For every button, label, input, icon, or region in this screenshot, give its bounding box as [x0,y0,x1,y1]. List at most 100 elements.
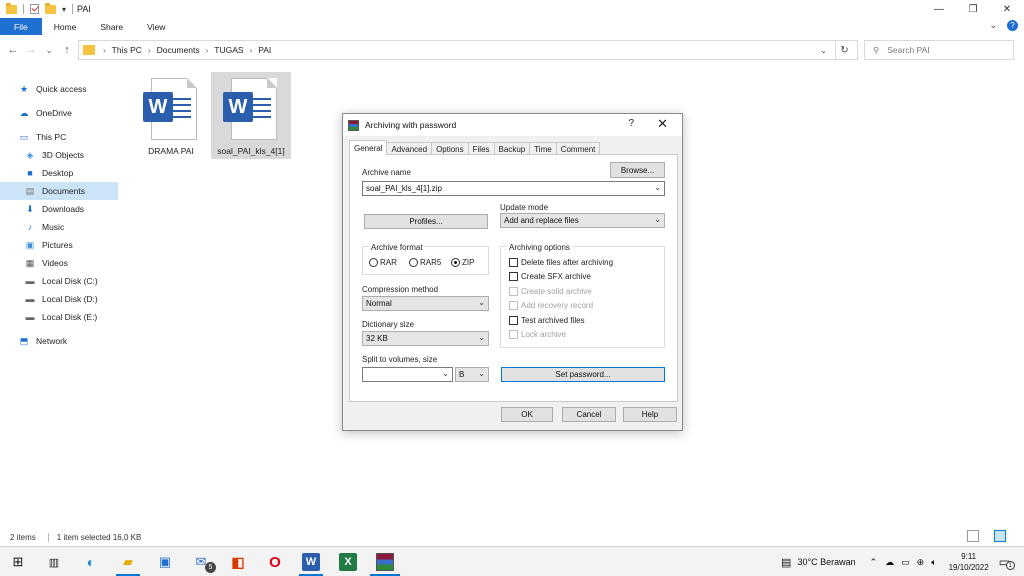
chevron-down-icon[interactable]: ⌄ [654,183,661,192]
chevron-right-icon[interactable]: › [103,46,106,55]
archive-name-field[interactable]: soal_PAI_kls_4[1].zip ⌄ [362,181,665,196]
tab-general[interactable]: General [349,140,388,155]
details-view-icon[interactable] [967,530,979,542]
chevron-right-icon[interactable]: › [250,46,253,55]
edge-icon[interactable]: ◐ [82,553,100,571]
update-mode-select[interactable]: Add and replace files ⌄ [500,213,665,228]
browse-button[interactable]: Browse... [610,162,665,178]
file-item-selected[interactable]: W soal_PAI_kls_4[1] [211,72,291,159]
chevron-right-icon[interactable]: › [148,46,151,55]
radio-circle-icon [409,258,418,267]
computer-icon: ▭ [19,131,29,142]
tab-view[interactable]: View [135,18,177,35]
large-icons-view-icon[interactable] [994,530,1006,542]
sidebar-item-network[interactable]: ⬒ Network [0,332,118,350]
chevron-down-icon[interactable]: ⌄ [478,369,485,378]
breadcrumb-pai[interactable]: PAI [258,45,271,55]
battery-icon[interactable]: ▭ [901,557,910,568]
sidebar-item-desktop[interactable]: ■ Desktop [0,164,118,182]
task-view-icon[interactable]: ▥ [45,553,63,571]
word-document-icon: W [143,78,199,142]
set-password-button[interactable]: Set password... [501,367,665,382]
folder-icon [6,2,17,14]
split-unit-select[interactable]: B ⌄ [455,367,489,382]
help-icon[interactable]: ? [1007,20,1018,31]
chevron-down-icon[interactable]: ⌄ [478,333,485,342]
chevron-down-icon[interactable]: ⌄ [442,369,449,378]
file-item[interactable]: W DRAMA PAI [131,72,211,159]
onedrive-tray-icon[interactable]: ☁ [885,557,894,568]
chevron-down-icon[interactable]: ⌄ [654,215,661,224]
checkbox-create-sfx[interactable]: Create SFX archive [509,272,591,281]
volume-icon[interactable]: 🔈︎ [931,557,936,568]
help-button[interactable]: Help [623,407,677,422]
refresh-icon[interactable]: ↻ [835,41,853,59]
notifications-icon[interactable]: ▭ 1 [999,555,1015,570]
address-bar[interactable]: › This PC › Documents › TUGAS › PAI ⌄ ↻ [78,40,858,60]
forward-arrow-icon[interactable]: → [22,44,40,56]
breadcrumb-this-pc[interactable]: This PC [112,45,142,55]
tab-file[interactable]: File [0,18,42,35]
radio-zip[interactable]: ZIP [451,258,474,267]
expand-ribbon-icon[interactable]: ⌄ [989,20,997,31]
tab-share[interactable]: Share [88,18,135,35]
office-icon[interactable]: ◧ [229,553,247,571]
customize-toolbar-icon[interactable]: ▾ [62,5,66,14]
opera-icon[interactable]: O [266,553,284,571]
breadcrumb-tugas[interactable]: TUGAS [214,45,243,55]
sidebar-item-local-disk-c[interactable]: ▬ Local Disk (C:) [0,272,118,290]
checkbox-test-files[interactable]: Test archived files [509,316,585,325]
excel-icon[interactable]: X [339,553,357,571]
sidebar-item-local-disk-e[interactable]: ▬ Local Disk (E:) [0,308,118,326]
properties-icon[interactable] [30,4,39,14]
sidebar-item-pictures[interactable]: ▣ Pictures [0,236,118,254]
weather-icon[interactable]: ▤ [781,556,791,569]
close-button[interactable]: ✕ [990,0,1024,18]
sidebar-item-onedrive[interactable]: ☁ OneDrive [0,104,118,122]
ok-button[interactable]: OK [501,407,553,422]
chevron-up-icon[interactable]: ⌃ [870,557,878,568]
sidebar-item-quick-access[interactable]: ★ Quick access [0,80,118,98]
cancel-button[interactable]: Cancel [562,407,616,422]
up-arrow-icon[interactable]: ↑ [58,44,76,56]
breadcrumb-documents[interactable]: Documents [157,45,200,55]
checkbox-label: Add recovery record [521,301,594,310]
chevron-right-icon[interactable]: › [206,46,209,55]
chevron-down-icon[interactable]: ⌄ [820,46,827,55]
word-icon[interactable]: W [302,553,320,571]
tab-home[interactable]: Home [42,18,89,35]
compression-method-select[interactable]: Normal ⌄ [362,296,489,311]
dialog-close-button[interactable]: ✕ [657,116,668,132]
sidebar-item-music[interactable]: ♪ Music [0,218,118,236]
windows-start-icon[interactable]: ⊞ [9,553,27,571]
sidebar-item-this-pc[interactable]: ▭ This PC [0,128,118,146]
radio-rar[interactable]: RAR [369,258,397,267]
file-name: DRAMA PAI [148,146,194,156]
sidebar-item-videos[interactable]: ▦ Videos [0,254,118,272]
profiles-button[interactable]: Profiles... [364,214,488,229]
notification-badge: 1 [1005,561,1015,570]
store-icon[interactable]: ▣ [156,553,174,571]
sidebar-item-downloads[interactable]: ⬇ Downloads [0,200,118,218]
sidebar-item-3d-objects[interactable]: ◈ 3D Objects [0,146,118,164]
split-volumes-field[interactable]: ⌄ [362,367,453,382]
globe-icon[interactable]: ⊕ [917,557,925,568]
clock[interactable]: 9:11 19/10/2022 [949,551,989,573]
dialog-help-button[interactable]: ? [628,118,634,129]
checkbox-delete-files[interactable]: Delete files after archiving [509,258,613,267]
winrar-icon[interactable] [376,553,394,571]
recent-locations-icon[interactable]: ⌄ [40,46,58,55]
weather-text[interactable]: 30°C Berawan [797,557,855,567]
sidebar-item-local-disk-d[interactable]: ▬ Local Disk (D:) [0,290,118,308]
sidebar-item-documents[interactable]: ▤ Documents [0,182,118,200]
file-explorer-icon[interactable]: ▰ [119,553,137,571]
minimize-button[interactable]: — [922,0,956,18]
dictionary-size-select[interactable]: 32 KB ⌄ [362,331,489,346]
back-arrow-icon[interactable]: ← [4,44,22,56]
checkbox-icon [509,330,518,339]
chevron-down-icon[interactable]: ⌄ [478,298,485,307]
radio-rar5[interactable]: RAR5 [409,258,441,267]
restore-button[interactable]: ❐ [956,0,990,18]
new-folder-icon[interactable] [45,2,56,14]
search-input[interactable]: ⚲ Search PAI [864,40,1014,60]
